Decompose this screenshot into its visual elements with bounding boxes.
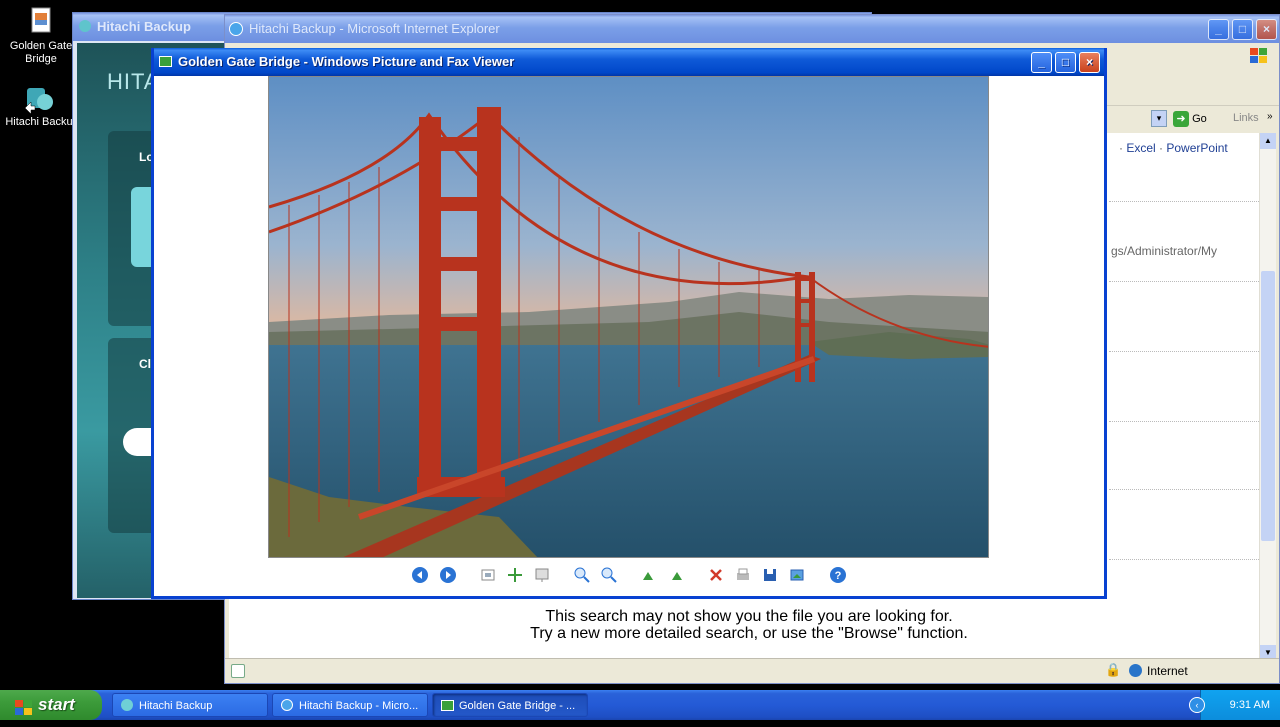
task-label: Hitachi Backup - Micro... — [299, 700, 419, 712]
clock[interactable]: 9:31 AM — [1230, 699, 1270, 711]
ie-status-bar: 🔒 Internet — [225, 658, 1279, 683]
security-lock-icon: 🔒 — [1105, 662, 1122, 677]
divider-line — [1109, 281, 1259, 282]
search-message-line-2: Try a new more detailed search, or use t… — [530, 625, 968, 642]
task-label: Golden Gate Bridge - ... — [459, 700, 576, 712]
task-button-hitachi-backup[interactable]: Hitachi Backup — [112, 693, 268, 717]
print-icon[interactable] — [734, 566, 752, 584]
ie-titlebar[interactable]: Hitachi Backup - Microsoft Internet Expl… — [225, 15, 1279, 43]
divider-line — [1109, 201, 1259, 202]
edit-icon[interactable] — [788, 566, 806, 584]
minimize-button[interactable]: _ — [1208, 19, 1229, 40]
next-image-icon[interactable] — [439, 566, 457, 584]
task-button-picture-viewer[interactable]: Golden Gate Bridge - ... — [432, 693, 588, 717]
hitachi-app-icon — [121, 699, 133, 711]
window-title: Hitachi Backup — [97, 19, 191, 34]
security-zone-label: Internet — [1147, 664, 1188, 678]
page-status-icon — [231, 664, 245, 678]
svg-text:?: ? — [834, 570, 841, 582]
best-fit-icon[interactable] — [479, 566, 497, 584]
go-button[interactable]: ➜ Go — [1173, 109, 1207, 129]
app-icon — [79, 20, 91, 32]
windows-flag-icon — [14, 697, 34, 715]
picture-viewer-window: Golden Gate Bridge - Windows Picture and… — [151, 48, 1107, 599]
actual-size-icon[interactable] — [506, 566, 524, 584]
go-label: Go — [1192, 113, 1207, 125]
close-button[interactable]: × — [1079, 52, 1100, 73]
office-links: · Excel · PowerPoint — [1119, 141, 1228, 155]
rotate-counterclockwise-icon[interactable] — [667, 566, 685, 584]
window-title: Hitachi Backup - Microsoft Internet Expl… — [249, 21, 500, 36]
tray-expand-icon[interactable]: ‹ — [1189, 697, 1205, 713]
start-button[interactable]: start — [0, 690, 102, 720]
computer-icon[interactable] — [131, 187, 151, 267]
divider-line — [1109, 489, 1259, 490]
powerpoint-link[interactable]: PowerPoint — [1166, 141, 1227, 155]
viewer-client-area: ? — [154, 76, 1104, 596]
scroll-up-button[interactable]: ▲ — [1260, 133, 1276, 149]
go-arrow-icon: ➜ — [1173, 111, 1189, 128]
desktop-icon-label: Hitachi Backu — [5, 116, 73, 128]
image-file-icon — [25, 6, 57, 38]
panel-label-bottom: Cl — [139, 357, 151, 371]
task-label: Hitachi Backup — [139, 700, 213, 712]
cloud-icon[interactable] — [123, 428, 153, 456]
golden-gate-bridge-image — [269, 77, 988, 557]
taskbar: start Hitachi Backup Hitachi Backup - Mi… — [0, 690, 1280, 720]
ie-logo-icon — [281, 699, 293, 711]
path-fragment: gs/Administrator/My — [1111, 244, 1218, 258]
system-tray: ‹ 9:31 AM — [1189, 690, 1280, 720]
address-dropdown-button[interactable]: ▾ — [1151, 110, 1167, 127]
desktop-icon-golden-gate[interactable]: Golden Gate Bridge — [6, 6, 76, 66]
desktop-icon-hitachi-backup[interactable]: Hitachi Backu — [4, 82, 74, 129]
maximize-button[interactable]: □ — [1232, 19, 1253, 40]
maximize-button[interactable]: □ — [1055, 52, 1076, 73]
task-button-internet-explorer[interactable]: Hitachi Backup - Micro... — [272, 693, 428, 717]
delete-icon[interactable] — [707, 566, 725, 584]
viewer-toolbar: ? — [154, 566, 1104, 592]
picture-viewer-titlebar[interactable]: Golden Gate Bridge - Windows Picture and… — [154, 48, 1104, 76]
save-icon[interactable] — [761, 566, 779, 584]
divider-line — [1109, 421, 1259, 422]
search-message-line-1: This search may not show you the file yo… — [545, 608, 953, 625]
links-button[interactable]: Links — [1233, 112, 1259, 124]
desktop-icon-label: Golden Gate Bridge — [9, 40, 73, 65]
rotate-clockwise-icon[interactable] — [640, 566, 658, 584]
help-icon[interactable]: ? — [829, 566, 847, 584]
zoom-in-icon[interactable] — [573, 566, 591, 584]
divider-line — [1109, 559, 1259, 560]
viewer-app-icon — [159, 56, 172, 67]
close-button[interactable]: × — [1256, 19, 1277, 40]
internet-zone-icon — [1129, 664, 1142, 677]
links-chevron-icon[interactable]: » — [1267, 111, 1273, 122]
minimize-button[interactable]: _ — [1031, 52, 1052, 73]
vertical-scrollbar[interactable]: ▲ ▼ — [1259, 133, 1276, 661]
window-title: Golden Gate Bridge - Windows Picture and… — [178, 54, 515, 69]
start-label: start — [38, 695, 75, 714]
scroll-thumb[interactable] — [1261, 271, 1275, 541]
hitachi-backup-icon — [23, 82, 55, 115]
slideshow-icon[interactable] — [533, 566, 551, 584]
search-message: This search may not show you the file yo… — [409, 608, 1089, 642]
previous-image-icon[interactable] — [411, 566, 429, 584]
windows-flag-icon — [1247, 45, 1271, 67]
zoom-out-icon[interactable] — [600, 566, 618, 584]
ie-logo-icon — [229, 22, 243, 36]
displayed-photo — [268, 76, 989, 558]
viewer-app-icon — [441, 700, 454, 711]
divider-line — [1109, 351, 1259, 352]
excel-link[interactable]: Excel — [1126, 141, 1155, 155]
